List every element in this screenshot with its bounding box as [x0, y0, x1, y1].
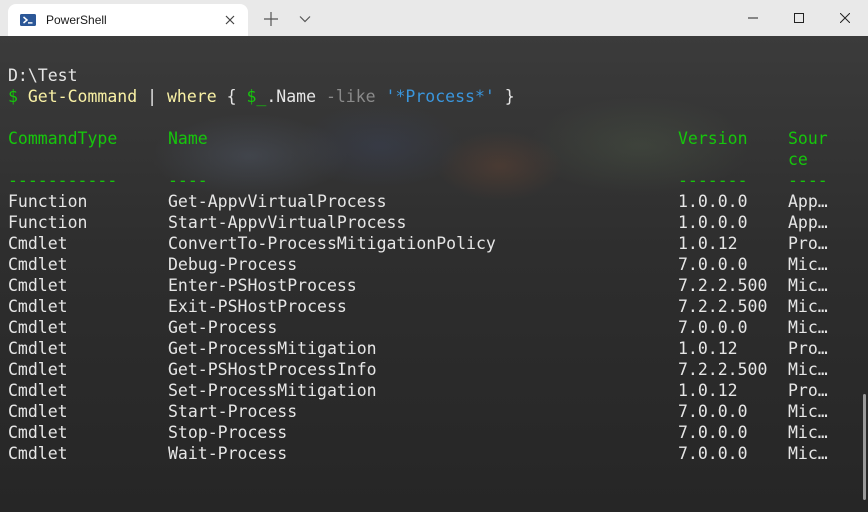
row-commandtype: Cmdlet: [8, 276, 68, 295]
row-source: Mic…: [788, 276, 828, 295]
row-version: 1.0.12: [678, 339, 738, 358]
row-source: Mic…: [788, 360, 828, 379]
row-version: 7.0.0.0: [678, 402, 748, 421]
pipeline-variable: $_: [246, 87, 267, 106]
maximize-icon: [794, 13, 804, 23]
title-bar[interactable]: PowerShell: [0, 0, 868, 36]
pattern-string: '*Process*': [385, 87, 495, 106]
close-tab-icon[interactable]: [222, 12, 238, 28]
row-source: Mic…: [788, 444, 828, 463]
brace-open: {: [226, 87, 237, 106]
header-version: Version: [678, 129, 748, 148]
row-version: 7.2.2.500: [678, 276, 768, 295]
close-window-button[interactable]: [822, 0, 868, 36]
row-source: Pro…: [788, 381, 828, 400]
tab-title: PowerShell: [46, 13, 107, 27]
where-keyword: where: [166, 87, 217, 106]
underline-source: ----: [788, 171, 828, 190]
row-name: Get-ProcessMitigation: [168, 339, 377, 358]
row-name: Get-AppvVirtualProcess: [168, 192, 387, 211]
row-version: 7.0.0.0: [678, 444, 748, 463]
row-name: Start-AppvVirtualProcess: [168, 213, 407, 232]
row-name: ConvertTo-ProcessMitigationPolicy: [168, 234, 496, 253]
row-name: Set-ProcessMitigation: [168, 381, 377, 400]
row-commandtype: Cmdlet: [8, 402, 68, 421]
row-name: Get-Process: [168, 318, 278, 337]
row-source: Mic…: [788, 423, 828, 442]
new-tab-icon[interactable]: [262, 10, 280, 28]
row-version: 1.0.0.0: [678, 192, 748, 211]
terminal-window: PowerShell D:\Test $ Get-Command | where…: [0, 0, 868, 512]
row-commandtype: Cmdlet: [8, 360, 68, 379]
prompt-symbol: $: [8, 87, 18, 106]
row-version: 7.2.2.500: [678, 297, 768, 316]
row-version: 7.0.0.0: [678, 255, 748, 274]
close-icon: [840, 13, 850, 23]
minimize-icon: [748, 17, 758, 19]
row-source: Mic…: [788, 297, 828, 316]
row-version: 7.0.0.0: [678, 318, 748, 337]
underline-commandtype: -----------: [8, 171, 118, 190]
row-commandtype: Cmdlet: [8, 318, 68, 337]
row-name: Debug-Process: [168, 255, 298, 274]
row-version: 1.0.0.0: [678, 213, 748, 232]
powershell-icon: [20, 12, 36, 28]
row-source: App…: [788, 192, 828, 211]
row-commandtype: Function: [8, 213, 88, 232]
row-commandtype: Cmdlet: [8, 444, 68, 463]
row-source: Mic…: [788, 402, 828, 421]
row-commandtype: Function: [8, 192, 88, 211]
tab-powershell[interactable]: PowerShell: [8, 4, 248, 36]
row-name: Exit-PSHostProcess: [168, 297, 347, 316]
brace-close: }: [504, 87, 515, 106]
chevron-down-icon[interactable]: [298, 12, 312, 26]
underline-name: ----: [168, 171, 208, 190]
underline-version: -------: [678, 171, 748, 190]
like-operator: -like: [325, 87, 376, 106]
row-version: 1.0.12: [678, 234, 738, 253]
command-line: $ Get-Command | where { $_.Name -like '*…: [8, 86, 515, 107]
row-source: Pro…: [788, 234, 828, 253]
scrollbar[interactable]: [863, 394, 866, 500]
row-source: App…: [788, 213, 828, 232]
row-name: Enter-PSHostProcess: [168, 276, 357, 295]
header-source-line2: ce: [788, 150, 808, 169]
row-commandtype: Cmdlet: [8, 381, 68, 400]
maximize-button[interactable]: [776, 0, 822, 36]
row-commandtype: Cmdlet: [8, 255, 68, 274]
header-source-line1: Sour: [788, 129, 828, 148]
row-name: Wait-Process: [168, 444, 288, 463]
row-source: Pro…: [788, 339, 828, 358]
row-source: Mic…: [788, 318, 828, 337]
row-version: 7.2.2.500: [678, 360, 768, 379]
row-version: 7.0.0.0: [678, 423, 748, 442]
minimize-button[interactable]: [730, 0, 776, 36]
row-commandtype: Cmdlet: [8, 423, 68, 442]
path-line: D:\Test: [8, 66, 78, 85]
header-commandtype: CommandType: [8, 129, 118, 148]
terminal-output[interactable]: D:\Test $ Get-Command | where { $_.Name …: [0, 36, 868, 512]
property-name: .Name: [266, 87, 316, 106]
row-name: Start-Process: [168, 402, 298, 421]
row-name: Stop-Process: [168, 423, 288, 442]
row-commandtype: Cmdlet: [8, 297, 68, 316]
row-commandtype: Cmdlet: [8, 339, 68, 358]
cmdlet-name: Get-Command: [27, 87, 138, 106]
row-name: Get-PSHostProcessInfo: [168, 360, 377, 379]
row-version: 1.0.12: [678, 381, 738, 400]
row-source: Mic…: [788, 255, 828, 274]
header-name: Name: [168, 129, 208, 148]
pipe-operator: |: [147, 87, 158, 106]
row-commandtype: Cmdlet: [8, 234, 68, 253]
